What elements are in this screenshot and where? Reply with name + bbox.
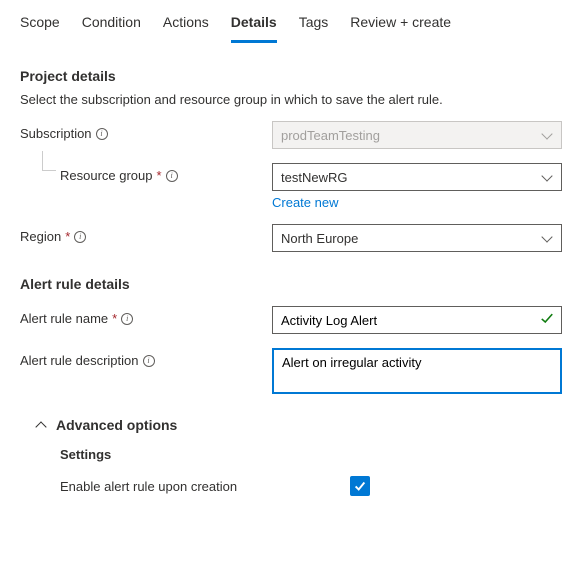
info-icon[interactable]: i [143, 355, 155, 367]
project-details-desc: Select the subscription and resource gro… [20, 92, 562, 107]
info-icon[interactable]: i [166, 170, 178, 182]
alert-rule-desc-input[interactable] [272, 348, 562, 394]
chevron-down-icon [541, 129, 553, 141]
advanced-options-toggle[interactable]: Advanced options [20, 417, 562, 433]
tab-details[interactable]: Details [231, 10, 277, 43]
tab-tags[interactable]: Tags [299, 10, 329, 43]
resource-group-select[interactable]: testNewRG [272, 163, 562, 191]
advanced-options-title: Advanced options [56, 417, 177, 433]
alert-rule-desc-label: Alert rule description [20, 353, 139, 368]
required-asterisk: * [112, 311, 117, 326]
tab-review-create[interactable]: Review + create [350, 10, 451, 43]
enable-upon-creation-checkbox[interactable] [350, 476, 370, 496]
required-asterisk: * [157, 168, 162, 183]
chevron-up-icon [36, 420, 46, 430]
settings-title: Settings [20, 447, 562, 462]
resource-group-value: testNewRG [281, 170, 347, 185]
alert-rule-details-title: Alert rule details [20, 276, 562, 292]
required-asterisk: * [65, 229, 70, 244]
tab-bar: Scope Condition Actions Details Tags Rev… [0, 0, 582, 44]
resource-group-label: Resource group [60, 168, 153, 183]
create-new-link[interactable]: Create new [272, 195, 338, 210]
subscription-value: prodTeamTesting [281, 128, 380, 143]
subscription-label: Subscription [20, 126, 92, 141]
subscription-select: prodTeamTesting [272, 121, 562, 149]
chevron-down-icon [541, 232, 553, 244]
indent-line [42, 151, 56, 171]
info-icon[interactable]: i [74, 231, 86, 243]
tab-actions[interactable]: Actions [163, 10, 209, 43]
region-select[interactable]: North Europe [272, 224, 562, 252]
region-value: North Europe [281, 231, 358, 246]
region-label: Region [20, 229, 61, 244]
check-icon [540, 312, 554, 329]
tab-scope[interactable]: Scope [20, 10, 60, 43]
chevron-down-icon [541, 171, 553, 183]
alert-rule-name-label: Alert rule name [20, 311, 108, 326]
info-icon[interactable]: i [96, 128, 108, 140]
project-details-title: Project details [20, 68, 562, 84]
info-icon[interactable]: i [121, 313, 133, 325]
enable-upon-creation-label: Enable alert rule upon creation [60, 479, 350, 494]
tab-condition[interactable]: Condition [82, 10, 141, 43]
alert-rule-name-input[interactable] [272, 306, 562, 334]
